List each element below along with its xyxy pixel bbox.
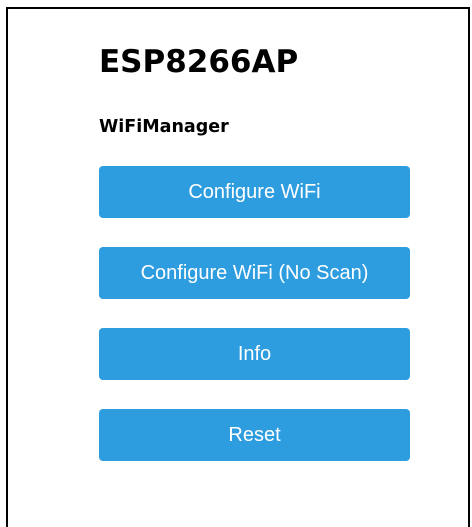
info-button[interactable]: Info: [99, 328, 410, 380]
portal-frame: ESP8266AP WiFiManager Configure WiFi Con…: [6, 7, 470, 527]
device-name-heading: ESP8266AP: [99, 44, 299, 80]
configure-wifi-no-scan-button[interactable]: Configure WiFi (No Scan): [99, 247, 410, 299]
reset-button[interactable]: Reset: [99, 409, 410, 461]
app-name-heading: WiFiManager: [99, 117, 229, 137]
configure-wifi-button[interactable]: Configure WiFi: [99, 166, 410, 218]
